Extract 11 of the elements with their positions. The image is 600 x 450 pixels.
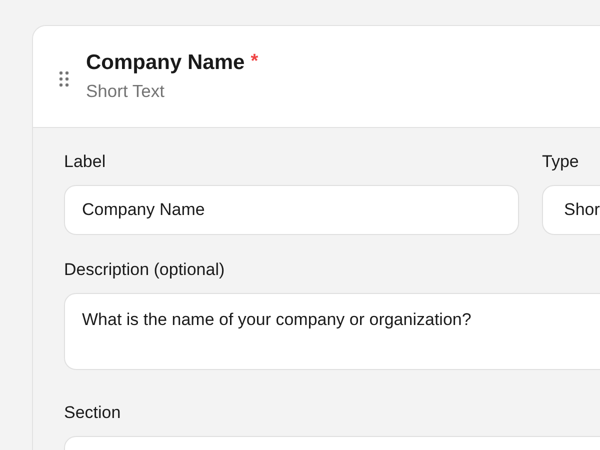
description-field[interactable]: What is the name of your company or organization? [64,293,600,370]
type-text: Type [542,152,580,173]
label-field[interactable]: Company Name [64,185,519,235]
type-field[interactable]: Shor [542,185,600,235]
description-text: Description (optional) [64,260,226,281]
drag-handle-icon[interactable] [59,70,69,86]
section-text: Section [64,403,122,424]
field-title: Company Name [86,51,245,75]
required-mark: * [250,51,258,73]
field-type-text: Short Text [86,81,166,102]
label-text: Label [64,152,107,173]
